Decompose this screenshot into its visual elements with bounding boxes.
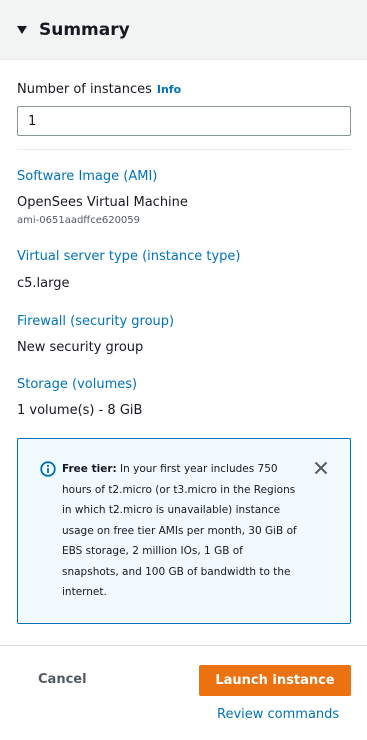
ami-link[interactable]: Software Image (AMI) — [17, 169, 157, 184]
summary-header[interactable]: Summary — [0, 0, 367, 60]
free-tier-alert: Free tier: In your first year includes 7… — [17, 438, 351, 624]
storage-value: 1 volume(s) - 8 GiB — [17, 403, 143, 418]
instances-input[interactable] — [17, 106, 351, 136]
review-commands-link[interactable]: Review commands — [217, 707, 339, 722]
caret-down-icon — [17, 26, 27, 34]
free-tier-title: Free tier: — [62, 463, 117, 475]
cancel-button[interactable]: Cancel — [38, 672, 87, 687]
security-group-value: New security group — [17, 340, 144, 355]
free-tier-body: In your first year includes 750 hours of… — [62, 463, 297, 598]
storage-link[interactable]: Storage (volumes) — [17, 377, 137, 392]
instances-label: Number of instances — [17, 82, 152, 97]
security-group-link[interactable]: Firewall (security group) — [17, 314, 174, 329]
summary-title: Summary — [39, 19, 130, 40]
ami-id: ami-0651aadffce620059 — [17, 215, 141, 226]
instances-info-link[interactable]: Info — [157, 83, 181, 96]
summary-panel: Summary Number of instances Info Software… — [0, 0, 367, 740]
instances-label-row: Number of instances Info — [17, 82, 181, 97]
footer-divider — [0, 645, 367, 646]
free-tier-text: Free tier: In your first year includes 7… — [62, 459, 302, 603]
instance-type-link[interactable]: Virtual server type (instance type) — [17, 249, 240, 264]
ami-value: OpenSees Virtual Machine — [17, 195, 188, 210]
info-circle-icon — [40, 461, 56, 477]
instance-type-value: c5.large — [17, 276, 70, 291]
launch-instance-button[interactable]: Launch instance — [199, 665, 351, 696]
divider — [17, 149, 351, 150]
close-icon[interactable] — [314, 461, 328, 475]
